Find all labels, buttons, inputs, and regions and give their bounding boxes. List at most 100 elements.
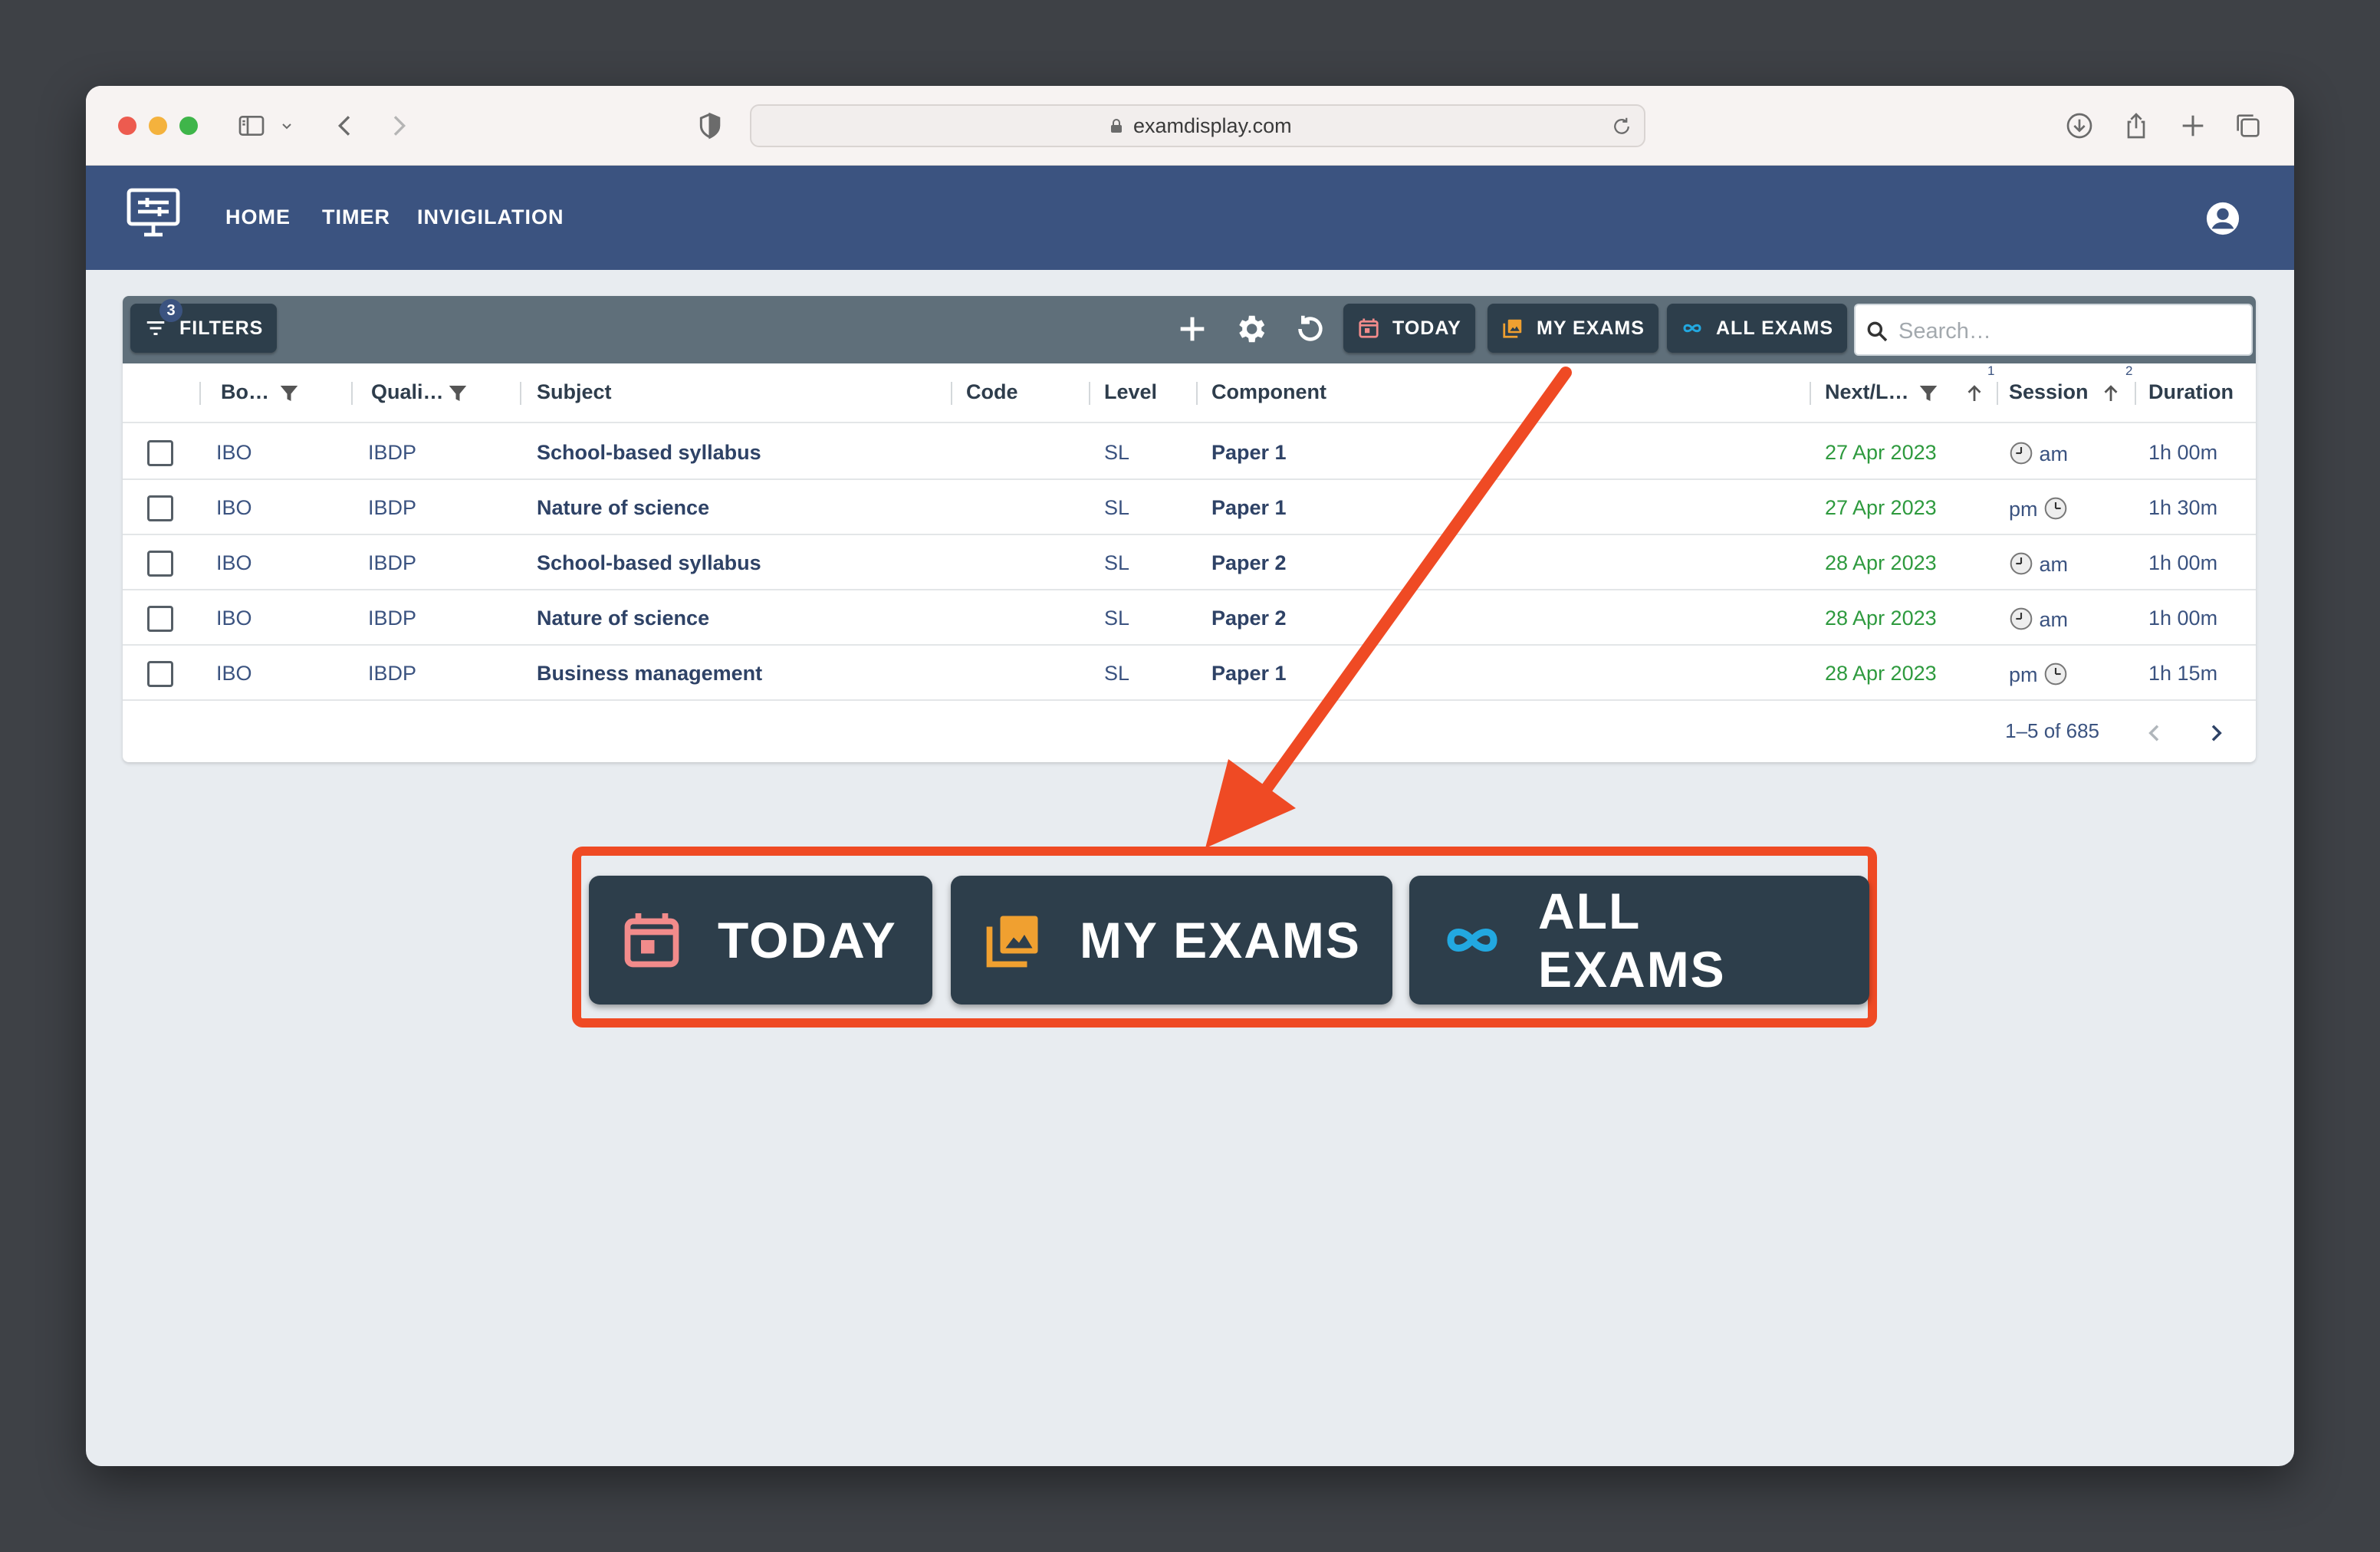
row-checkbox[interactable]: [147, 606, 173, 632]
cell-level: SL: [1104, 607, 1130, 630]
all-exams-button[interactable]: ALL EXAMS: [1667, 304, 1847, 353]
filter-icon[interactable]: [278, 382, 301, 405]
row-checkbox[interactable]: [147, 551, 173, 577]
col-duration[interactable]: Duration: [2148, 380, 2234, 404]
col-board[interactable]: Bo…: [221, 380, 269, 404]
table-row[interactable]: IBO IBDP School-based syllabus SL Paper …: [123, 425, 2256, 480]
cell-level: SL: [1104, 496, 1130, 519]
new-tab-icon[interactable]: [2178, 110, 2208, 141]
cell-component[interactable]: Paper 1: [1211, 496, 1287, 520]
today-label-zoomed: TODAY: [718, 912, 897, 968]
search-input[interactable]: Search…: [1854, 304, 2253, 356]
sidebar-icon[interactable]: [236, 110, 267, 141]
chevron-down-icon[interactable]: [278, 110, 296, 141]
table-row[interactable]: IBO IBDP Nature of science SL Paper 1 27…: [123, 480, 2256, 535]
cell-subject[interactable]: School-based syllabus: [537, 441, 761, 465]
column-separator: [2135, 382, 2136, 405]
table-row[interactable]: IBO IBDP Nature of science SL Paper 2 28…: [123, 590, 2256, 646]
col-session[interactable]: Session: [2009, 380, 2089, 404]
cell-subject[interactable]: Nature of science: [537, 607, 709, 630]
sort-order-2: 2: [2125, 363, 2133, 378]
logo-icon[interactable]: [126, 187, 181, 239]
reload-icon[interactable]: [1610, 115, 1633, 138]
settings-icon[interactable]: [1233, 311, 1268, 347]
sort-ascending-icon[interactable]: [1963, 382, 1986, 405]
clock-icon: [2044, 497, 2067, 520]
column-separator: [951, 382, 952, 405]
cell-board: IBO: [216, 441, 252, 464]
infinity-icon: [1447, 928, 1497, 952]
row-checkbox[interactable]: [147, 495, 173, 521]
col-component[interactable]: Component: [1211, 380, 1326, 404]
all-exams-button-zoomed[interactable]: ALL EXAMS: [1409, 876, 1869, 1005]
my-exams-button-zoomed[interactable]: MY EXAMS: [951, 876, 1392, 1005]
nav-home[interactable]: HOME: [225, 206, 291, 229]
col-next-date[interactable]: Next/L…: [1825, 380, 1909, 404]
cell-duration: 1h 30m: [2148, 496, 2218, 519]
cell-date: 28 Apr 2023: [1825, 662, 1937, 685]
back-icon[interactable]: [330, 110, 360, 141]
cell-qualification: IBDP: [368, 662, 417, 685]
nav-timer[interactable]: TIMER: [322, 206, 390, 229]
share-icon[interactable]: [2121, 110, 2152, 141]
address-bar[interactable]: examdisplay.com: [750, 104, 1645, 147]
cell-component[interactable]: Paper 1: [1211, 662, 1287, 686]
filter-icon[interactable]: [446, 382, 469, 405]
my-exams-label-zoomed: MY EXAMS: [1080, 912, 1361, 968]
app-bar: HOME TIMER INVIGILATION: [86, 166, 2294, 270]
cell-duration: 1h 15m: [2148, 662, 2218, 685]
session-label: am: [2039, 608, 2069, 631]
session-label: pm: [2009, 498, 2038, 521]
row-checkbox[interactable]: [147, 661, 173, 687]
filters-count-badge: 3: [159, 299, 182, 322]
cell-component[interactable]: Paper 1: [1211, 441, 1287, 465]
infinity-icon: [1683, 324, 1701, 333]
pagination-text: 1–5 of 685: [2005, 719, 2099, 742]
cell-session: pm: [2009, 496, 2068, 521]
grid-toolbar: FILTERS 3 TODAY MY EXAMS ALL EXAMS Searc…: [123, 296, 2256, 363]
clock-icon: [2044, 663, 2067, 686]
col-code[interactable]: Code: [966, 380, 1018, 404]
cell-subject[interactable]: School-based syllabus: [537, 551, 761, 575]
cell-subject[interactable]: Business management: [537, 662, 762, 686]
filter-icon[interactable]: [1917, 382, 1940, 405]
col-level[interactable]: Level: [1104, 380, 1157, 404]
forward-icon[interactable]: [383, 110, 414, 141]
column-separator: [1196, 382, 1198, 405]
col-subject[interactable]: Subject: [537, 380, 612, 404]
add-icon[interactable]: [1175, 311, 1210, 347]
zoom-window-button[interactable]: [179, 117, 198, 135]
column-separator: [1997, 382, 1998, 405]
today-button[interactable]: TODAY: [1343, 304, 1475, 353]
sort-ascending-icon[interactable]: [2099, 382, 2122, 405]
my-exams-button[interactable]: MY EXAMS: [1488, 304, 1658, 353]
close-window-button[interactable]: [118, 117, 136, 135]
next-page-icon[interactable]: [2204, 721, 2228, 745]
cell-date: 28 Apr 2023: [1825, 551, 1937, 574]
grid-footer: 1–5 of 685: [123, 702, 2256, 762]
tab-overview-icon[interactable]: [2233, 110, 2263, 141]
clock-icon: [2010, 552, 2033, 575]
cell-component[interactable]: Paper 2: [1211, 607, 1287, 630]
column-separator: [199, 382, 201, 405]
session-label: pm: [2009, 663, 2038, 686]
shield-icon[interactable]: [695, 110, 725, 141]
account-icon[interactable]: [2205, 201, 2240, 236]
reset-icon[interactable]: [1291, 311, 1326, 347]
filters-button[interactable]: FILTERS: [130, 304, 278, 353]
col-qualification[interactable]: Quali…: [371, 380, 444, 404]
downloads-icon[interactable]: [2064, 110, 2095, 141]
cell-subject[interactable]: Nature of science: [537, 496, 709, 520]
cell-board: IBO: [216, 551, 252, 574]
table-row[interactable]: IBO IBDP School-based syllabus SL Paper …: [123, 535, 2256, 590]
minimize-window-button[interactable]: [149, 117, 167, 135]
cell-date: 28 Apr 2023: [1825, 607, 1937, 630]
highlight-callout: TODAY MY EXAMS ALL EXAMS: [572, 847, 1877, 1028]
previous-page-icon[interactable]: [2142, 721, 2167, 745]
cell-component[interactable]: Paper 2: [1211, 551, 1287, 575]
table-row[interactable]: IBO IBDP Business management SL Paper 1 …: [123, 646, 2256, 701]
row-checkbox[interactable]: [147, 440, 173, 466]
nav-invigilation[interactable]: INVIGILATION: [417, 206, 564, 229]
cell-level: SL: [1104, 551, 1130, 574]
today-button-zoomed[interactable]: TODAY: [589, 876, 932, 1005]
